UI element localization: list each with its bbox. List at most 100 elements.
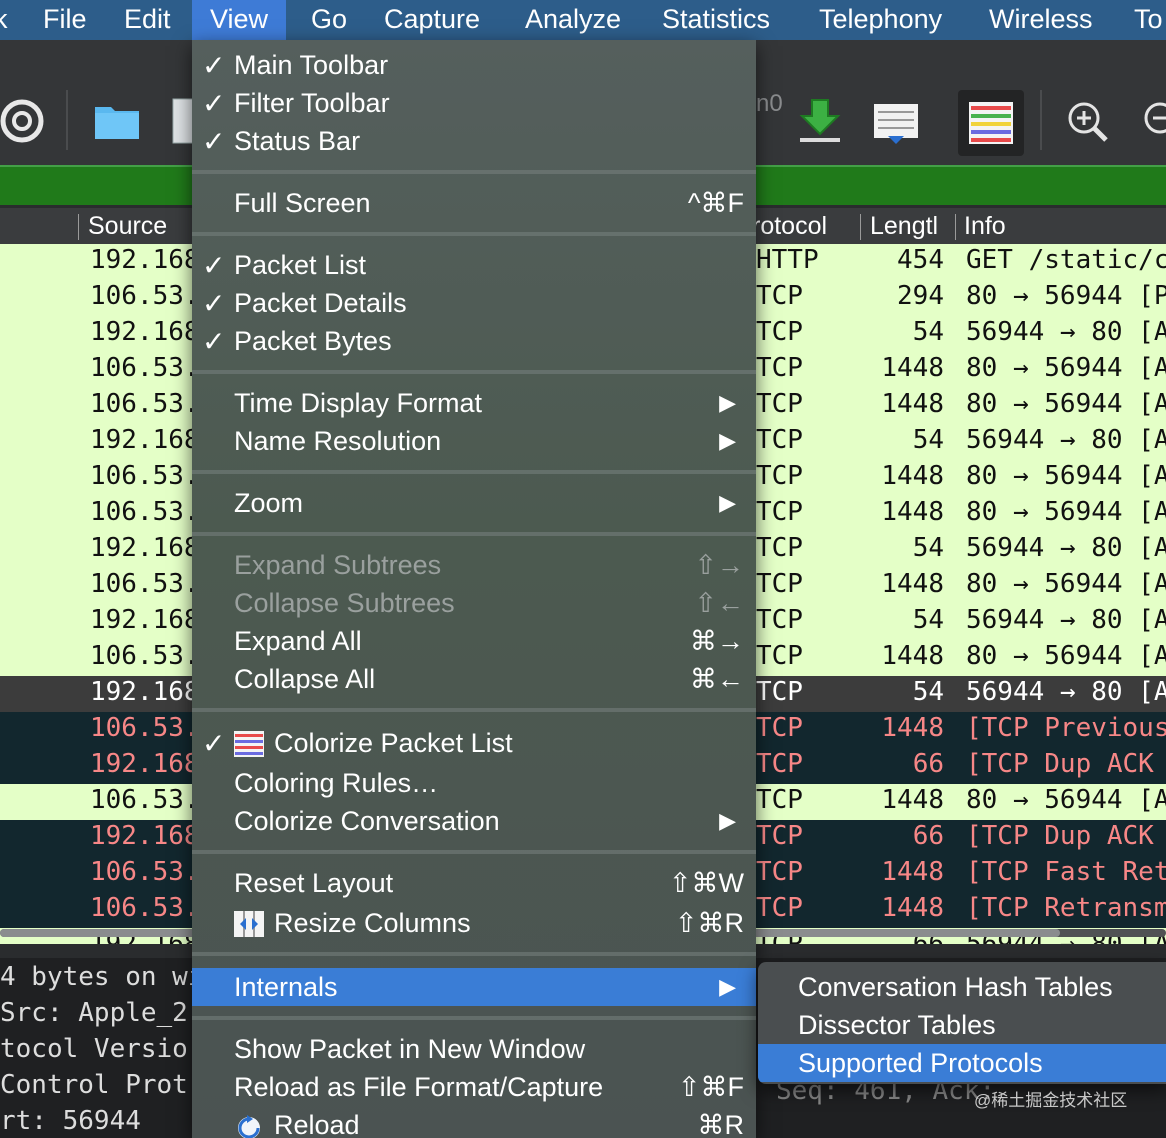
menu-tools[interactable]: To bbox=[1134, 0, 1163, 40]
submenu-item-conversation-hash-tables[interactable]: Conversation Hash Tables bbox=[758, 968, 1166, 1006]
packet-protocol: TCP bbox=[756, 569, 803, 599]
detail-tcp-line[interactable]: Control Prot bbox=[0, 1070, 188, 1100]
menu-item-label: Packet Details bbox=[234, 288, 407, 318]
colorize-toggle-button[interactable] bbox=[958, 90, 1024, 156]
column-source[interactable]: Source bbox=[88, 212, 167, 241]
packet-source: 192.168 bbox=[90, 677, 200, 707]
file-icon[interactable] bbox=[172, 98, 194, 144]
menu-item-colorize-conversation[interactable]: Colorize Conversation ▶ bbox=[192, 802, 756, 840]
packet-source: 106.53. bbox=[90, 497, 200, 527]
menu-item-name-resolution[interactable]: Name Resolution ▶ bbox=[192, 422, 756, 460]
detail-ethernet-line[interactable]: Src: Apple_2 bbox=[0, 998, 188, 1028]
packet-info: 80 → 56944 [A bbox=[966, 641, 1166, 671]
menu-tools-fragment-left[interactable]: k bbox=[0, 0, 8, 40]
zoom-in-icon[interactable] bbox=[1066, 100, 1110, 144]
menu-item-time-display-format[interactable]: Time Display Format ▶ bbox=[192, 384, 756, 422]
shortcut-label: ⌘→ bbox=[690, 626, 744, 656]
packet-source: 106.53. bbox=[90, 641, 200, 671]
menu-analyze[interactable]: Analyze bbox=[525, 0, 621, 40]
menu-item-collapse-all[interactable]: Collapse All ⌘← bbox=[192, 660, 756, 698]
menu-item-coloring-rules[interactable]: Coloring Rules… bbox=[192, 764, 756, 802]
packet-length: 1448 bbox=[881, 389, 944, 419]
packet-protocol: TCP bbox=[756, 893, 803, 923]
menu-edit[interactable]: Edit bbox=[124, 0, 171, 40]
packet-length: 54 bbox=[912, 605, 944, 635]
column-separator bbox=[78, 214, 79, 240]
menu-item-zoom[interactable]: Zoom ▶ bbox=[192, 484, 756, 522]
shortcut-label: ^⌘F bbox=[687, 188, 744, 218]
menu-item-filter-toolbar[interactable]: ✓ Filter Toolbar bbox=[192, 84, 756, 122]
detail-frame-line[interactable]: 4 bytes on wi bbox=[0, 962, 204, 992]
zoom-out-icon[interactable] bbox=[1140, 100, 1166, 144]
packet-length: 54 bbox=[912, 425, 944, 455]
detail-ip-line[interactable]: tocol Versior bbox=[0, 1034, 204, 1064]
menu-item-resize-columns[interactable]: Resize Columns ⇧⌘R bbox=[192, 904, 756, 942]
menu-separator bbox=[192, 470, 756, 474]
packet-info: [TCP Previous bbox=[966, 713, 1166, 743]
submenu-item-dissector-tables[interactable]: Dissector Tables bbox=[758, 1006, 1166, 1044]
column-info[interactable]: Info bbox=[964, 212, 1006, 241]
submenu-arrow-icon: ▶ bbox=[719, 808, 736, 833]
menu-item-label: Internals bbox=[234, 972, 338, 1002]
column-length[interactable]: Lengtl bbox=[870, 212, 938, 241]
menu-item-label: Supported Protocols bbox=[798, 1048, 1043, 1078]
column-protocol[interactable]: rotocol bbox=[752, 212, 827, 241]
packet-info: 56944 → 80 [A bbox=[966, 317, 1166, 347]
packet-source: 106.53. bbox=[90, 893, 200, 923]
packet-source: 106.53. bbox=[90, 857, 200, 887]
submenu-item-supported-protocols[interactable]: Supported Protocols bbox=[758, 1044, 1166, 1082]
menu-item-label: Name Resolution bbox=[234, 426, 442, 456]
menu-statistics[interactable]: Statistics bbox=[662, 0, 770, 40]
menu-item-label: Packet List bbox=[234, 250, 367, 280]
submenu-arrow-icon: ▶ bbox=[719, 390, 736, 415]
shortcut-label: ⇧⌘W bbox=[668, 868, 744, 898]
menu-capture[interactable]: Capture bbox=[384, 0, 480, 40]
packet-info: 80 → 56944 [A bbox=[966, 785, 1166, 815]
menu-separator bbox=[192, 532, 756, 536]
toolbar-separator bbox=[1040, 90, 1042, 150]
menu-item-label: Conversation Hash Tables bbox=[798, 972, 1113, 1002]
menu-wireless[interactable]: Wireless bbox=[989, 0, 1093, 40]
packet-source: 192.168 bbox=[90, 425, 200, 455]
menu-file[interactable]: File bbox=[43, 0, 87, 40]
menu-separator bbox=[192, 708, 756, 712]
menu-item-packet-bytes[interactable]: ✓ Packet Bytes bbox=[192, 322, 756, 360]
packet-info: 56944 → 80 [A bbox=[966, 605, 1166, 635]
packet-source: 106.53. bbox=[90, 461, 200, 491]
menu-item-reload-as-file-format[interactable]: Reload as File Format/Capture ⇧⌘F bbox=[192, 1068, 756, 1106]
menu-item-expand-all[interactable]: Expand All ⌘→ bbox=[192, 622, 756, 660]
detail-port-line[interactable]: rt: 56944 bbox=[0, 1106, 141, 1136]
gear-icon[interactable] bbox=[0, 98, 46, 144]
menu-item-label: Expand All bbox=[234, 626, 362, 656]
packet-info: 80 → 56944 [A bbox=[966, 569, 1166, 599]
menu-separator bbox=[192, 952, 756, 956]
download-icon[interactable] bbox=[796, 98, 844, 144]
submenu-arrow-icon: ▶ bbox=[719, 974, 736, 999]
menu-view[interactable]: View bbox=[192, 0, 287, 40]
packet-info: 80 → 56944 [A bbox=[966, 497, 1166, 527]
shortcut-label: ⇧⌘F bbox=[677, 1072, 744, 1102]
menu-separator bbox=[192, 370, 756, 374]
menu-item-internals[interactable]: Internals ▶ bbox=[192, 968, 756, 1006]
menu-item-reset-layout[interactable]: Reset Layout ⇧⌘W bbox=[192, 864, 756, 902]
menu-item-label: Resize Columns bbox=[274, 908, 471, 938]
menu-item-reload[interactable]: Reload ⌘R bbox=[192, 1106, 756, 1138]
menu-item-packet-details[interactable]: ✓ Packet Details bbox=[192, 284, 756, 322]
packet-info: [TCP Dup ACK bbox=[966, 749, 1154, 779]
shortcut-label: ⌘R bbox=[697, 1110, 745, 1138]
scroll-icon[interactable] bbox=[872, 102, 920, 146]
folder-icon[interactable] bbox=[94, 102, 140, 140]
menu-item-status-bar[interactable]: ✓ Status Bar bbox=[192, 122, 756, 160]
packet-protocol: TCP bbox=[756, 857, 803, 887]
packet-length: 54 bbox=[912, 677, 944, 707]
menu-go[interactable]: Go bbox=[311, 0, 347, 40]
menu-item-show-packet-new-window[interactable]: Show Packet in New Window bbox=[192, 1030, 756, 1068]
submenu-arrow-icon: ▶ bbox=[719, 490, 736, 515]
menu-item-colorize-packet-list[interactable]: ✓ Colorize Packet List bbox=[192, 724, 756, 762]
menu-item-label: Reload bbox=[274, 1110, 360, 1138]
menu-item-main-toolbar[interactable]: ✓ Main Toolbar bbox=[192, 46, 756, 84]
menu-telephony[interactable]: Telephony bbox=[819, 0, 942, 40]
menu-item-packet-list[interactable]: ✓ Packet List bbox=[192, 246, 756, 284]
packet-length: 1448 bbox=[881, 785, 944, 815]
menu-item-full-screen[interactable]: Full Screen ^⌘F bbox=[192, 184, 756, 222]
